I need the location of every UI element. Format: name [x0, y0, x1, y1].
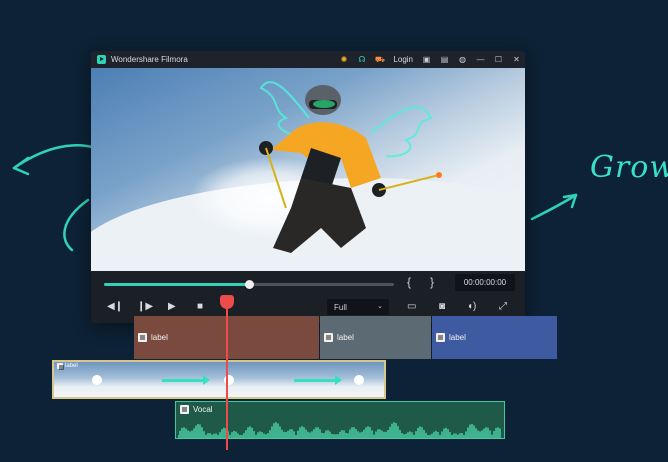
title-clip-3[interactable]: label [432, 316, 557, 359]
video-preview[interactable] [91, 68, 525, 271]
motion-arrow [294, 375, 342, 385]
keyframe-dot[interactable] [354, 375, 364, 385]
fullscreen-icon[interactable]: ⤢ [499, 301, 507, 312]
filmora-logo-icon [97, 55, 106, 64]
audio-clip-label: Vocal [193, 405, 213, 414]
audio-clip-header: Vocal [176, 402, 217, 417]
title-clip-2[interactable]: label [320, 316, 431, 359]
login-button[interactable]: Login [393, 55, 413, 64]
bell-icon[interactable]: ▤ [440, 55, 449, 64]
title-clip-label: label [449, 333, 466, 342]
motion-arrow [162, 375, 210, 385]
playhead-handle[interactable] [220, 295, 234, 309]
title-clip-icon [138, 333, 147, 342]
layout-clip-icon [436, 333, 445, 342]
maximize-icon[interactable]: ☐ [494, 55, 503, 64]
playhead-line [226, 304, 228, 450]
headset-icon[interactable]: ☊ [357, 55, 366, 64]
timecode-display: 00:00:00:00 [455, 274, 515, 291]
zoom-value: Full [334, 302, 347, 312]
skier-figure [259, 81, 442, 253]
music-note-icon [180, 405, 189, 414]
stop-icon[interactable]: ■ [197, 301, 203, 312]
next-frame-icon[interactable]: ❙▶ [137, 301, 153, 312]
cart-icon[interactable]: ⛟ [375, 55, 385, 64]
video-clip-label: label [65, 363, 78, 369]
play-icon[interactable]: ▶ [168, 301, 176, 312]
volume-icon[interactable]: ◖) [467, 301, 476, 312]
title-clip-icon [324, 333, 333, 342]
grow-caption: Grow [590, 150, 668, 185]
monitor-icon[interactable]: ▭ [407, 301, 416, 312]
progress-fill [104, 283, 249, 286]
mark-in-button[interactable]: { [407, 275, 411, 289]
app-title: Wondershare Filmora [111, 55, 188, 64]
bulb-icon[interactable]: ✺ [339, 55, 348, 64]
user-icon[interactable]: ◍ [458, 55, 467, 64]
progress-knob[interactable] [245, 280, 254, 289]
right-arrow-decoration [530, 193, 578, 221]
title-bar-actions: ✺ ☊ ⛟ Login ▣ ▤ ◍ — ☐ ✕ [339, 51, 521, 68]
prev-frame-icon[interactable]: ◀❙ [107, 301, 123, 312]
progress-bar[interactable] [104, 280, 394, 289]
video-clip-icon [57, 363, 64, 370]
video-clip-header: label [57, 363, 78, 370]
title-bar: Wondershare Filmora ✺ ☊ ⛟ Login ▣ ▤ ◍ — … [91, 51, 525, 68]
close-icon[interactable]: ✕ [512, 55, 521, 64]
snapshot-icon[interactable]: ◙ [439, 301, 445, 312]
title-clip-label: label [337, 333, 354, 342]
mark-out-button[interactable]: } [430, 275, 434, 289]
minimize-icon[interactable]: — [476, 55, 485, 64]
save-icon[interactable]: ▣ [422, 55, 431, 64]
title-clip-label: label [151, 333, 168, 342]
video-clip[interactable]: label [52, 360, 386, 399]
zoom-select[interactable]: Full ⌄ [327, 299, 389, 315]
keyframe-dot[interactable] [92, 375, 102, 385]
audio-clip[interactable]: Vocal [175, 401, 505, 439]
filmora-window: Wondershare Filmora ✺ ☊ ⛟ Login ▣ ▤ ◍ — … [91, 51, 525, 323]
chevron-down-icon: ⌄ [377, 303, 383, 310]
